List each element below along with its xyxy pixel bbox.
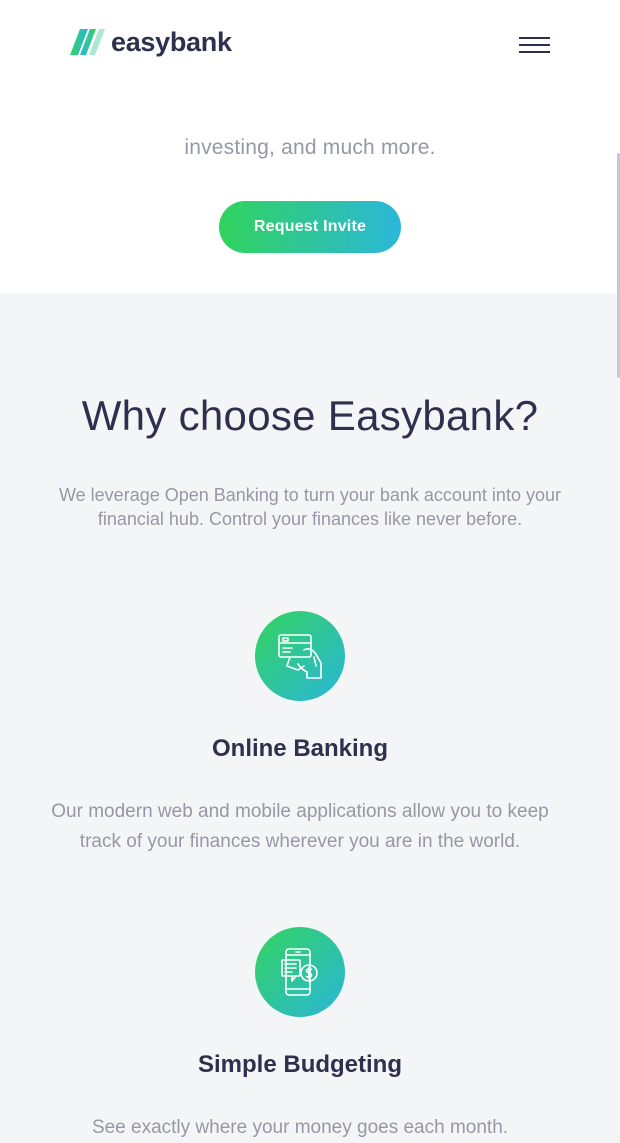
logo-mark-icon	[70, 29, 105, 55]
feature-icon-circle	[255, 927, 345, 1017]
hamburger-bar	[519, 37, 550, 39]
hamburger-menu-button[interactable]	[519, 37, 551, 53]
mobile-budget-icon	[281, 948, 318, 996]
hamburger-bar	[519, 44, 550, 46]
logo-wordmark: easybank	[111, 27, 232, 57]
feature-icon-circle	[255, 611, 345, 701]
feature-title: Online Banking	[211, 735, 388, 762]
feature-description: See exactly where your money goes each m…	[91, 1117, 509, 1138]
site-header: easybank	[0, 0, 620, 125]
why-title: Why choose Easybank?	[81, 392, 539, 439]
hero-description: investing, and much more.	[184, 136, 436, 159]
hamburger-bar	[519, 51, 550, 53]
feature-description: Our modern web and mobile applications a…	[51, 801, 549, 852]
why-subtitle: We leverage Open Banking to turn your ba…	[59, 485, 561, 529]
request-invite-button[interactable]: Request Invite	[219, 201, 401, 253]
logo[interactable]: easybank	[70, 27, 232, 57]
credit-card-hand-icon	[278, 634, 322, 679]
feature-title: Simple Budgeting	[198, 1051, 402, 1078]
